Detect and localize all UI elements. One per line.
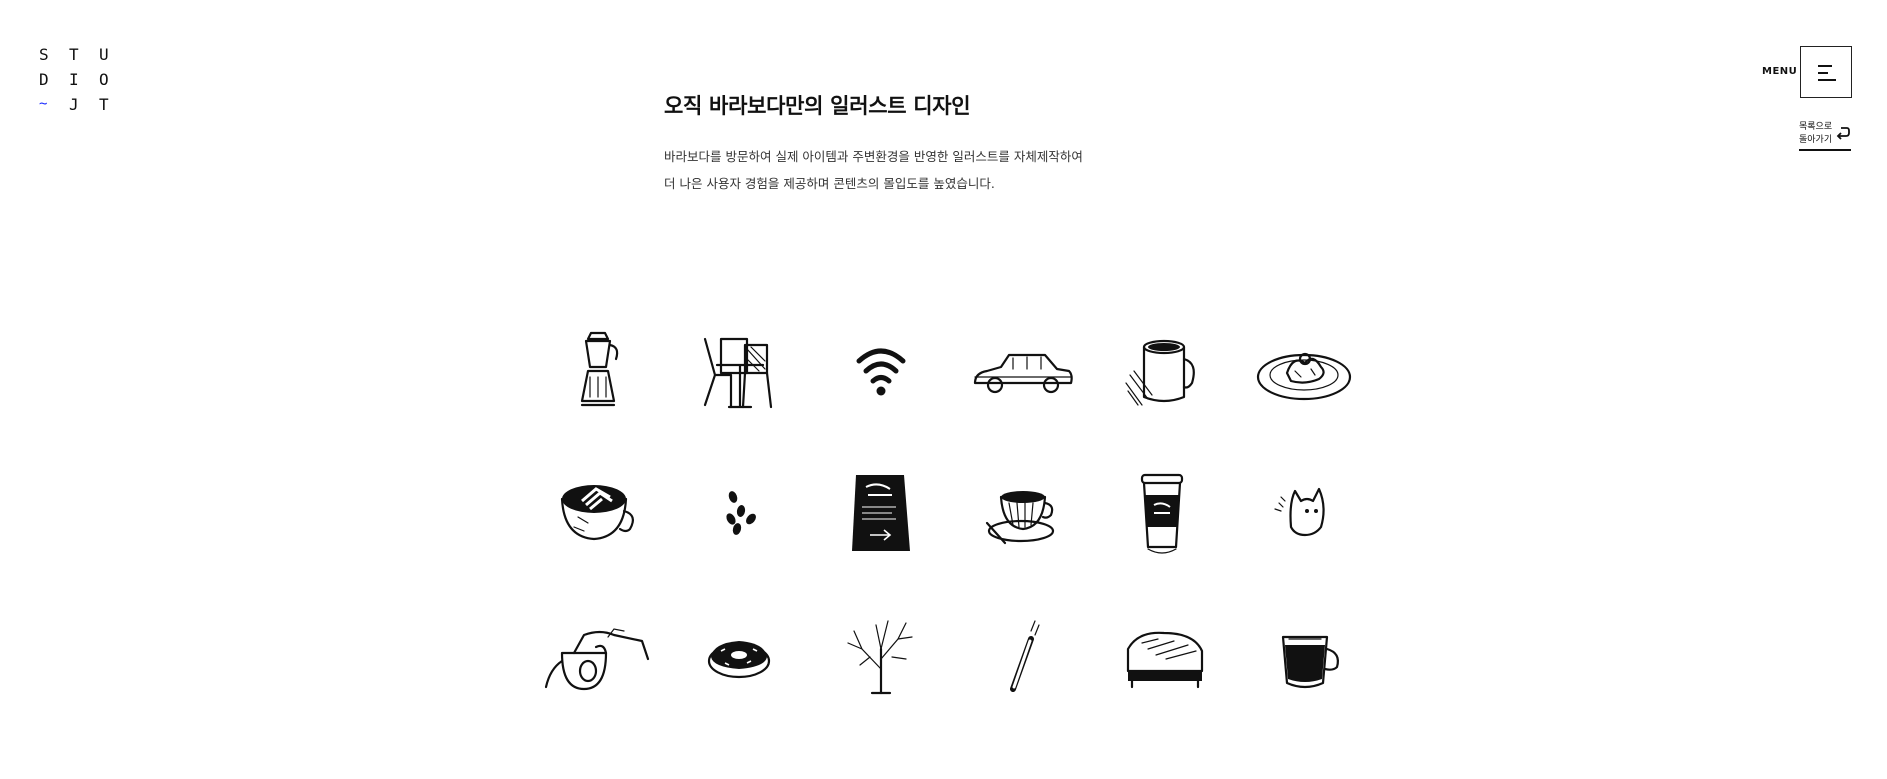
donut-icon bbox=[707, 641, 770, 679]
menu-label[interactable]: MENU bbox=[1762, 66, 1797, 77]
illustration-cell bbox=[528, 444, 669, 586]
page-title: 오직 바라보다만의 일러스트 디자인 bbox=[664, 94, 971, 118]
logo-wave-mark: ~ bbox=[39, 96, 48, 112]
mug-icon bbox=[1124, 339, 1195, 406]
logo-letter: J bbox=[69, 95, 79, 114]
logo-letter: I bbox=[69, 70, 79, 89]
back-to-list-label: 목록으로 돌아가기 bbox=[1799, 122, 1833, 145]
description-line: 더 나은 사용자 경험을 제공하며 콘텐츠의 몰입도를 높였습니다. bbox=[664, 176, 995, 191]
illustration-cell bbox=[1092, 586, 1233, 728]
studio-jt-logo[interactable]: S T U D I O ~ J T bbox=[39, 45, 129, 114]
logo-letter: D bbox=[39, 70, 49, 89]
illustration-cell bbox=[1233, 586, 1374, 728]
logo-letter: O bbox=[99, 70, 109, 89]
logo-letter: S bbox=[39, 45, 49, 64]
illustration-cell bbox=[951, 302, 1092, 444]
illustration-cell bbox=[810, 302, 951, 444]
logo-letter: T bbox=[99, 95, 109, 114]
logo-letter: T bbox=[69, 45, 79, 64]
latte-art-icon bbox=[560, 485, 634, 541]
illustration-grid bbox=[528, 302, 1374, 728]
illustration-cell bbox=[1092, 302, 1233, 444]
illustration-cell bbox=[1233, 444, 1374, 586]
cat-icon bbox=[1273, 487, 1325, 537]
page-description: 바라보다를 방문하여 실제 아이템과 주변환경을 반영한 일러스트를 자체제작하… bbox=[664, 143, 1104, 197]
back-to-list-link[interactable]: 목록으로 돌아가기 bbox=[1799, 121, 1851, 151]
illustration-cell bbox=[1092, 444, 1233, 586]
illustration-cell bbox=[528, 302, 669, 444]
wifi-icon bbox=[856, 348, 905, 396]
cigarette-icon bbox=[1009, 620, 1040, 692]
illustration-cell bbox=[1233, 302, 1374, 444]
coffee-beans-icon bbox=[725, 491, 756, 535]
menu-button[interactable] bbox=[1800, 46, 1852, 98]
teacup-saucer-icon bbox=[985, 491, 1054, 545]
moka-pot-icon bbox=[580, 331, 618, 407]
cafe-chairs-table-icon bbox=[703, 337, 772, 409]
espresso-glass-icon bbox=[1281, 635, 1339, 689]
dessert-plate-icon bbox=[1256, 352, 1351, 401]
illustration-cell bbox=[669, 302, 810, 444]
illustration-cell bbox=[810, 586, 951, 728]
description-line: 바라보다를 방문하여 실제 아이템과 주변환경을 반영한 일러스트를 자체제작하… bbox=[664, 149, 1083, 164]
illustration-cell bbox=[669, 586, 810, 728]
takeaway-cup-icon bbox=[1140, 473, 1183, 554]
bare-tree-icon bbox=[846, 620, 913, 695]
illustration-cell bbox=[669, 444, 810, 586]
return-arrow-icon bbox=[1836, 127, 1850, 140]
menu-board-icon bbox=[851, 475, 910, 551]
illustration-cell bbox=[951, 586, 1092, 728]
illustration-cell bbox=[951, 444, 1092, 586]
illustration-cell bbox=[810, 444, 951, 586]
illustration-cell bbox=[528, 586, 669, 728]
toast-press-icon bbox=[1126, 631, 1203, 689]
car-icon bbox=[973, 353, 1073, 394]
logo-letter: U bbox=[99, 45, 109, 64]
drip-kettle-pour-icon bbox=[544, 628, 649, 691]
